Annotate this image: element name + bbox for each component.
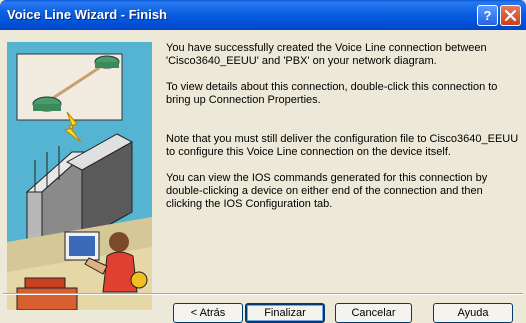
window-title: Voice Line Wizard - Finish: [7, 7, 167, 22]
wizard-window: Voice Line Wizard - Finish ? You have su…: [0, 0, 526, 323]
help-title-button[interactable]: ?: [477, 5, 498, 26]
svg-text:?: ?: [484, 9, 492, 22]
title-bar[interactable]: Voice Line Wizard - Finish ?: [0, 0, 526, 30]
cancel-button[interactable]: Cancelar: [335, 303, 412, 323]
button-separator: [3, 293, 523, 295]
close-icon: [505, 10, 516, 21]
view-details-paragraph: To view details about this connection, d…: [166, 81, 498, 106]
wizard-message: You have successfully created the Voice …: [166, 42, 521, 224]
finish-button[interactable]: Finalizar: [245, 303, 325, 323]
wizard-body: You have successfully created the Voice …: [3, 30, 523, 320]
deliver-config-paragraph: Note that you must still deliver the con…: [166, 133, 519, 158]
ios-commands-paragraph: You can view the IOS commands generated …: [166, 172, 488, 210]
question-mark-icon: ?: [484, 9, 492, 22]
help-button[interactable]: Ayuda: [433, 303, 513, 323]
success-paragraph: You have successfully created the Voice …: [166, 42, 487, 67]
wizard-illustration: [7, 42, 152, 310]
close-title-button[interactable]: [500, 5, 521, 26]
back-button[interactable]: < Atrás: [173, 303, 243, 323]
network-illustration-image: [7, 42, 152, 310]
